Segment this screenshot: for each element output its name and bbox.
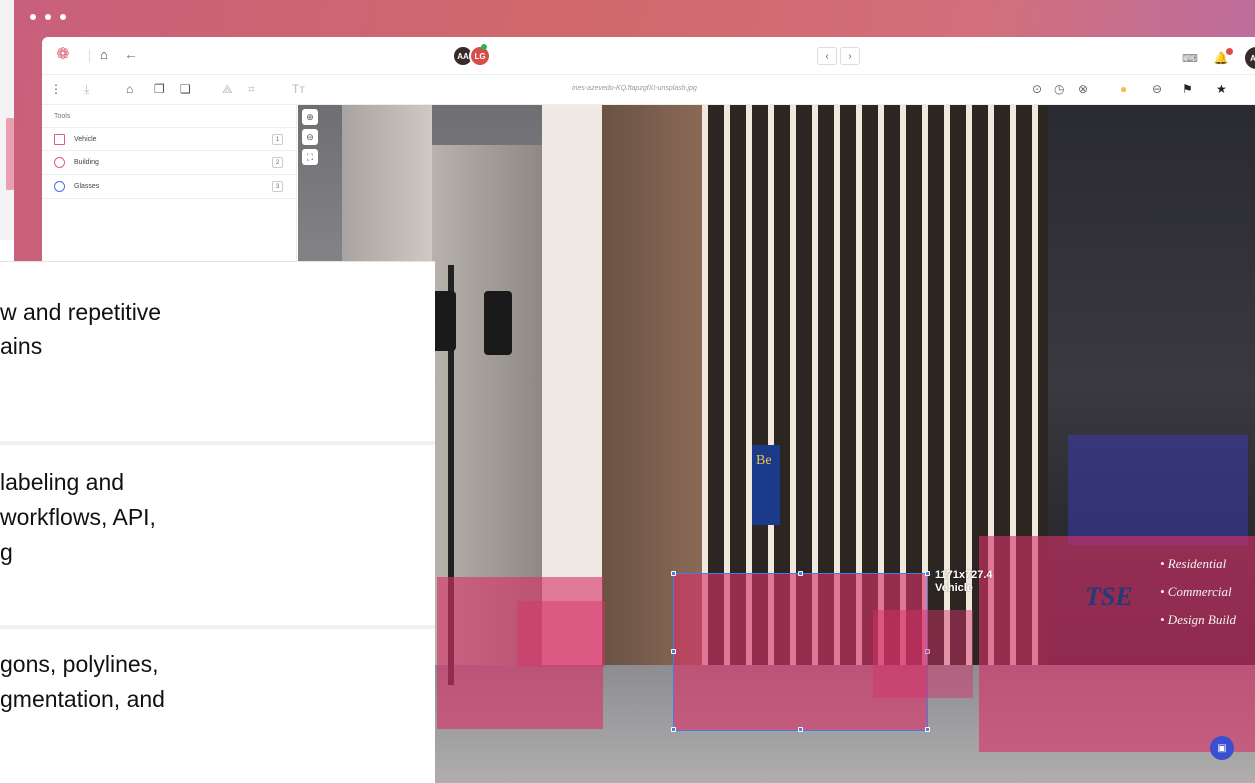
van-text: • Commercial	[1160, 584, 1232, 599]
star-icon[interactable]: ★	[1216, 82, 1227, 96]
card-text-line: gmentation, and	[0, 686, 165, 712]
check-circle-icon[interactable]: ⊙	[1032, 82, 1042, 96]
top-bar: ❁ ⌂ ← AA LG ‹ › ⌨ 🔔 AA	[42, 37, 1255, 75]
banner-text: Be	[756, 453, 772, 468]
building-icon[interactable]: ⌂	[126, 82, 133, 96]
avatar[interactable]: LG	[469, 44, 491, 67]
maximize-window-dot[interactable]	[60, 14, 66, 20]
paste-icon[interactable]: ❏	[180, 82, 191, 96]
van-logo: TSE	[1085, 582, 1133, 611]
comment-icon[interactable]: ⊖	[1152, 82, 1162, 96]
feature-card: gons, polylines, gmentation, and	[0, 629, 435, 783]
download-icon[interactable]: ⤓	[84, 82, 89, 97]
vehicle-annotation-box[interactable]	[873, 610, 973, 698]
annotation-class: Vehicle	[935, 582, 973, 594]
clock-icon[interactable]: ◷	[1054, 82, 1064, 96]
traffic-light	[484, 291, 512, 355]
storefront-glow	[1068, 435, 1248, 545]
crop-icon[interactable]: ⌗	[248, 82, 255, 97]
lightbulb-icon[interactable]: ●	[1120, 82, 1127, 96]
zoom-in-icon[interactable]: ⊕	[302, 109, 318, 125]
circle-icon	[54, 181, 65, 192]
resize-handle[interactable]	[925, 571, 930, 576]
back-arrow-icon[interactable]: ←	[124, 46, 138, 62]
tool-label: Glasses	[74, 183, 100, 190]
feature-card: labeling and workflows, API, g	[0, 445, 435, 625]
van-text: • Design Build	[1160, 612, 1237, 627]
annotation-toolbar: ⋮ ⤓ ⌂ ❐ ❏ ⟁ ⌗ Tт ines-azevedo-KQJtapzgfX…	[42, 75, 1255, 105]
divider	[89, 49, 90, 63]
vehicle-annotation-box[interactable]	[517, 601, 605, 667]
close-circle-icon[interactable]: ⊗	[1078, 82, 1088, 96]
tools-title: Tools	[54, 113, 71, 120]
resize-handle[interactable]	[671, 649, 676, 654]
hotkey-badge: 3	[272, 181, 283, 192]
tool-item-vehicle[interactable]: Vehicle 1	[42, 127, 297, 151]
keyboard-icon[interactable]: ⌨	[1182, 52, 1198, 65]
tool-label: Building	[74, 159, 99, 166]
text-icon[interactable]: Tт	[292, 82, 305, 96]
previous-image-button[interactable]: ‹	[817, 47, 837, 65]
close-window-dot[interactable]	[30, 14, 36, 20]
flag-icon[interactable]: ⚑	[1182, 82, 1193, 96]
annotation-label: 1171x727.4 Vehicle	[935, 569, 993, 595]
card-text-line: labeling and	[0, 469, 125, 495]
tool-item-glasses[interactable]: Glasses 3	[42, 175, 297, 199]
next-image-button[interactable]: ›	[840, 47, 860, 65]
collaborator-avatars: AA LG	[452, 44, 491, 67]
fit-screen-icon[interactable]: ⛶	[302, 149, 318, 165]
polygon-icon[interactable]: ⟁	[222, 82, 233, 97]
tool-item-building[interactable]: Building 2	[42, 151, 297, 175]
home-icon[interactable]: ⌂	[100, 47, 108, 62]
help-fab-icon[interactable]: ▣	[1210, 736, 1234, 760]
user-avatar[interactable]: AA	[1244, 47, 1255, 69]
circle-icon	[54, 157, 65, 168]
card-text-line: workflows, API,	[0, 504, 156, 530]
window-controls	[30, 14, 66, 20]
zoom-controls: ⊕ ⊖ ⛶	[302, 109, 318, 165]
image-navigation: ‹ ›	[817, 47, 860, 65]
card-text-line: g	[0, 539, 13, 565]
card-text-line: ains	[0, 333, 43, 359]
zoom-out-icon[interactable]: ⊖	[302, 129, 318, 145]
card-text-line: w and repetitive	[0, 299, 162, 325]
van-text: • Residential	[1160, 556, 1227, 571]
minimize-window-dot[interactable]	[45, 14, 51, 20]
resize-handle[interactable]	[671, 727, 676, 732]
header-actions: ⌨ 🔔 AA	[1182, 47, 1255, 69]
copy-icon[interactable]: ❐	[154, 82, 165, 96]
file-name: ines-azevedo-KQJtapzgfXI-unsplash.jpg	[572, 85, 697, 92]
hotkey-badge: 1	[272, 134, 283, 145]
resize-handle[interactable]	[925, 727, 930, 732]
card-text-line: gons, polylines,	[0, 651, 159, 677]
rectangle-icon	[54, 134, 65, 145]
app-logo-icon[interactable]: ❁	[54, 46, 72, 64]
annotation-size: 1171x727.4	[935, 569, 993, 581]
notification-icon[interactable]: 🔔	[1214, 48, 1233, 65]
resize-handle[interactable]	[671, 571, 676, 576]
sidebar-accent	[6, 118, 14, 190]
feature-card: w and repetitive ains	[0, 261, 435, 441]
street-banner: Be	[752, 445, 780, 525]
tool-label: Vehicle	[74, 136, 97, 143]
resize-handle[interactable]	[798, 727, 803, 732]
menu-icon[interactable]: ⋮	[50, 82, 62, 96]
hotkey-badge: 2	[272, 157, 283, 168]
resize-handle[interactable]	[798, 571, 803, 576]
